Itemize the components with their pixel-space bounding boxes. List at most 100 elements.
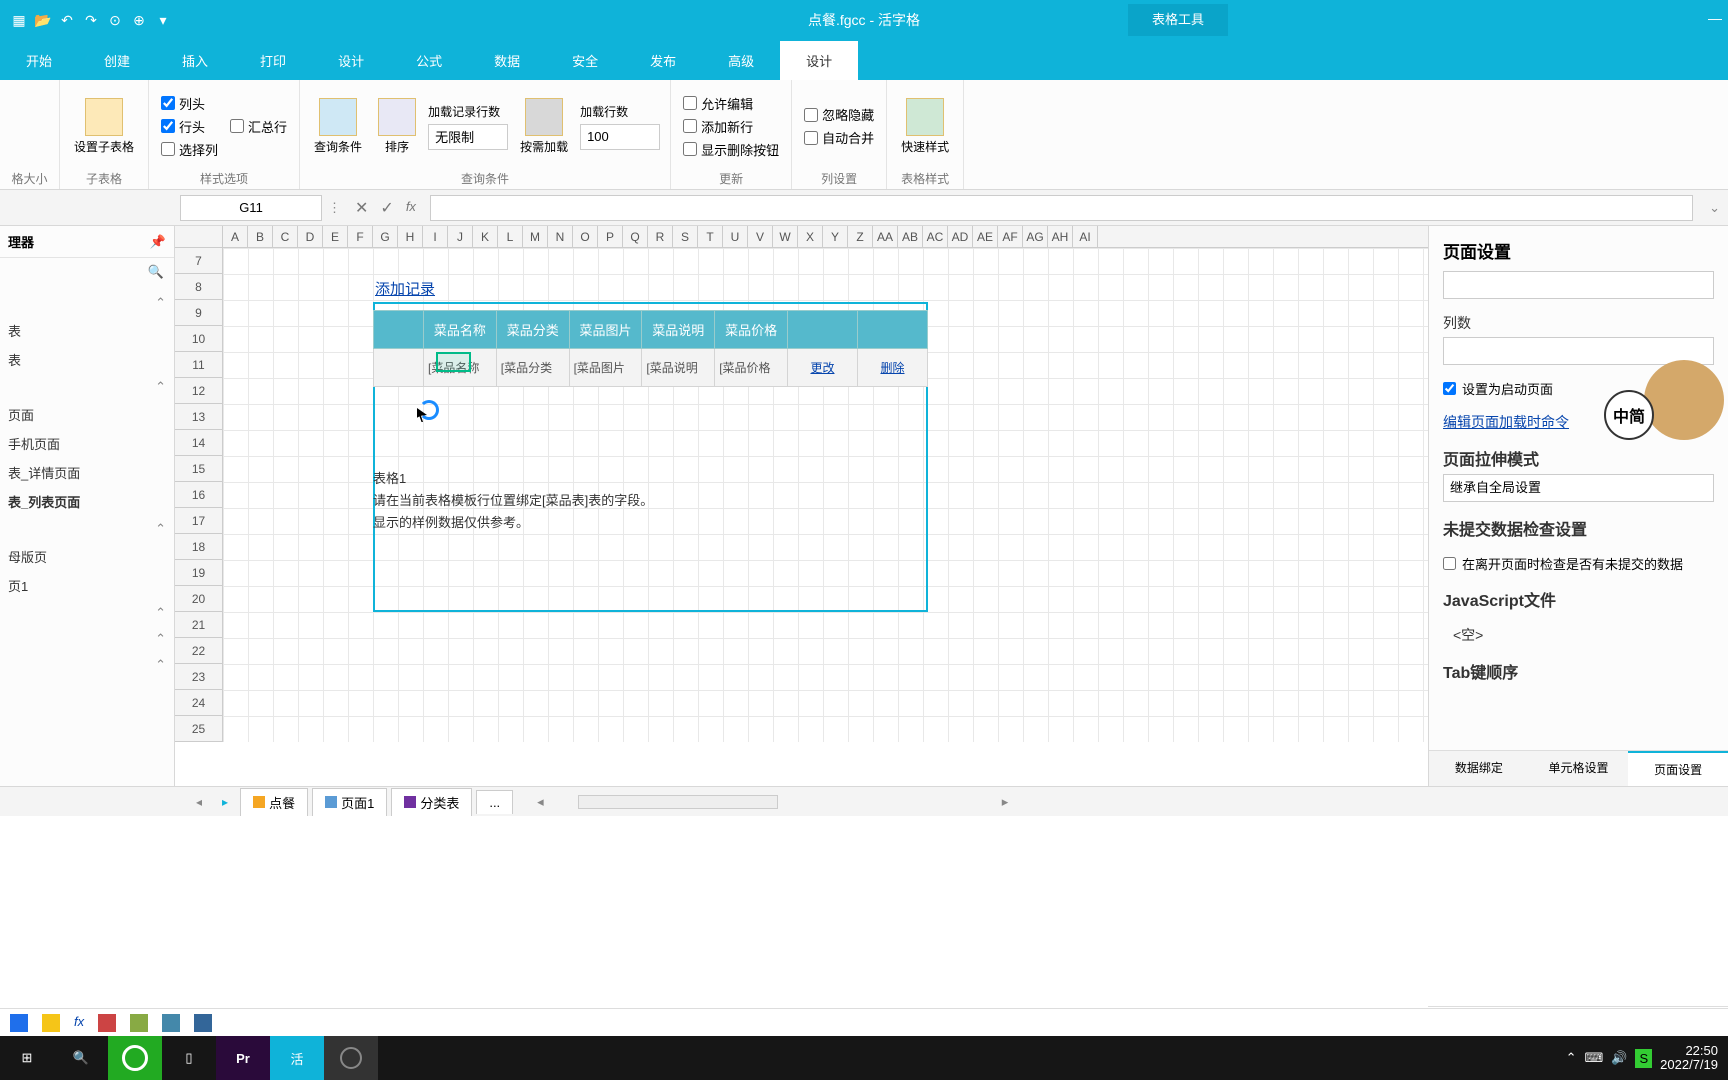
rp-btab-page[interactable]: 页面设置 [1628, 751, 1728, 786]
col-header[interactable]: T [698, 226, 723, 247]
quick-style-button[interactable]: 快速样式 [897, 96, 953, 157]
tree-item-active[interactable]: 表_列表页面 [2, 487, 172, 516]
namebox-dropdown-icon[interactable]: ⋮ [328, 200, 341, 216]
chk-col-header[interactable]: 列头 [161, 94, 218, 113]
tree-item[interactable]: ⌃ [2, 374, 172, 400]
table-object[interactable]: 菜品名称 菜品分类 菜品图片 菜品说明 菜品价格 [菜品名称 [菜品分类 [373, 310, 928, 387]
row-header[interactable]: 21 [175, 612, 223, 638]
sheet-tab[interactable]: 点餐 [240, 788, 308, 816]
pin-icon[interactable]: 📌 [150, 234, 166, 250]
col-header[interactable]: A [223, 226, 248, 247]
cell-desc[interactable]: [菜品说明 [642, 349, 715, 387]
name-box[interactable]: G11 [180, 195, 322, 221]
col-header[interactable]: H [398, 226, 423, 247]
row-header[interactable]: 11 [175, 352, 223, 378]
formula-expand-icon[interactable]: ⌄ [1701, 200, 1728, 216]
tray-ime-icon[interactable]: ⌨ [1585, 1050, 1604, 1066]
col-header[interactable]: O [573, 226, 598, 247]
tray-icon[interactable] [194, 1014, 212, 1032]
col-header[interactable]: R [648, 226, 673, 247]
query-condition-button[interactable]: 查询条件 [310, 96, 366, 157]
row-header[interactable]: 25 [175, 716, 223, 742]
tray-icon[interactable] [162, 1014, 180, 1032]
col-header[interactable]: AE [973, 226, 998, 247]
select-all-corner[interactable] [175, 226, 223, 247]
tb-app-hzg[interactable]: 活 [270, 1036, 324, 1080]
tree-item[interactable]: ⌃ [2, 626, 172, 652]
row-header[interactable]: 16 [175, 482, 223, 508]
tree-item[interactable]: 表_详情页面 [2, 458, 172, 487]
rp-btab-data[interactable]: 数据绑定 [1429, 751, 1529, 786]
col-header[interactable]: Y [823, 226, 848, 247]
row-header[interactable]: 12 [175, 378, 223, 404]
tray-up-icon[interactable]: ⌃ [1566, 1050, 1577, 1066]
tab-design2[interactable]: 设计 [780, 41, 858, 80]
tray-icon[interactable] [98, 1014, 116, 1032]
tree-item[interactable]: ⌃ [2, 600, 172, 626]
load-limit-input[interactable] [428, 124, 508, 150]
redo-icon[interactable]: ↷ [82, 11, 100, 29]
th-desc[interactable]: 菜品说明 [642, 311, 715, 349]
col-header[interactable]: AI [1073, 226, 1098, 247]
col-header[interactable]: AC [923, 226, 948, 247]
tb-app-file[interactable]: ▯ [162, 1036, 216, 1080]
add-record-link[interactable]: 添加记录 [375, 278, 435, 299]
col-header[interactable]: V [748, 226, 773, 247]
tb-app-pr[interactable]: Pr [216, 1036, 270, 1080]
search-button[interactable]: 🔍 [54, 1036, 108, 1080]
tray-icon[interactable] [42, 1014, 60, 1032]
chk-allow-edit[interactable]: 允许编辑 [683, 94, 779, 113]
tree-item[interactable]: ⌃ [2, 652, 172, 678]
undo-icon[interactable]: ↶ [58, 11, 76, 29]
col-header[interactable]: G [373, 226, 398, 247]
tab-design1[interactable]: 设计 [312, 41, 390, 80]
chk-select-col[interactable]: 选择列 [161, 140, 218, 159]
row-header[interactable]: 13 [175, 404, 223, 430]
row-header[interactable]: 17 [175, 508, 223, 534]
minimize-icon[interactable]: — [1708, 10, 1722, 26]
th-image[interactable]: 菜品图片 [569, 311, 642, 349]
tb-app-browser[interactable] [108, 1036, 162, 1080]
col-header[interactable]: I [423, 226, 448, 247]
row-header[interactable]: 10 [175, 326, 223, 352]
tree-item[interactable]: 表 [2, 316, 172, 345]
mascot[interactable]: 中简 [1614, 350, 1724, 470]
tab-start[interactable]: 开始 [0, 41, 78, 80]
chk-ignore-hidden[interactable]: 忽略隐藏 [804, 105, 874, 124]
row-header[interactable]: 9 [175, 300, 223, 326]
col-header[interactable]: AH [1048, 226, 1073, 247]
col-header[interactable]: AD [948, 226, 973, 247]
row-header[interactable]: 14 [175, 430, 223, 456]
cell-price[interactable]: [菜品价格 [715, 349, 788, 387]
col-header[interactable]: N [548, 226, 573, 247]
tab-publish[interactable]: 发布 [624, 41, 702, 80]
col-header[interactable]: AB [898, 226, 923, 247]
tree-item[interactable]: 页1 [2, 571, 172, 600]
row-header[interactable]: 22 [175, 638, 223, 664]
rp-js-value[interactable]: <空> [1453, 625, 1714, 645]
col-header[interactable]: L [498, 226, 523, 247]
tray-icon[interactable] [130, 1014, 148, 1032]
tab-advanced[interactable]: 高级 [702, 41, 780, 80]
sheet-more[interactable]: ... [476, 790, 513, 814]
col-header[interactable]: X [798, 226, 823, 247]
qat-icon[interactable]: ▦ [10, 11, 28, 29]
chk-summary[interactable]: 汇总行 [230, 117, 287, 136]
col-header[interactable]: C [273, 226, 298, 247]
tree-item[interactable]: ⌃ [2, 516, 172, 542]
rp-select-stretch[interactable]: 继承自全局设置 [1443, 474, 1714, 502]
col-header[interactable]: AF [998, 226, 1023, 247]
col-header[interactable]: U [723, 226, 748, 247]
tab-create[interactable]: 创建 [78, 41, 156, 80]
col-header[interactable]: M [523, 226, 548, 247]
cell-category[interactable]: [菜品分类 [496, 349, 569, 387]
search-icon[interactable]: 🔍 [148, 264, 164, 280]
row-header[interactable]: 19 [175, 560, 223, 586]
col-header[interactable]: S [673, 226, 698, 247]
col-header[interactable]: K [473, 226, 498, 247]
row-header[interactable]: 7 [175, 248, 223, 274]
col-header[interactable]: F [348, 226, 373, 247]
qat-more-icon[interactable]: ▾ [154, 11, 172, 29]
col-header[interactable]: J [448, 226, 473, 247]
tb-app-obs[interactable] [324, 1036, 378, 1080]
